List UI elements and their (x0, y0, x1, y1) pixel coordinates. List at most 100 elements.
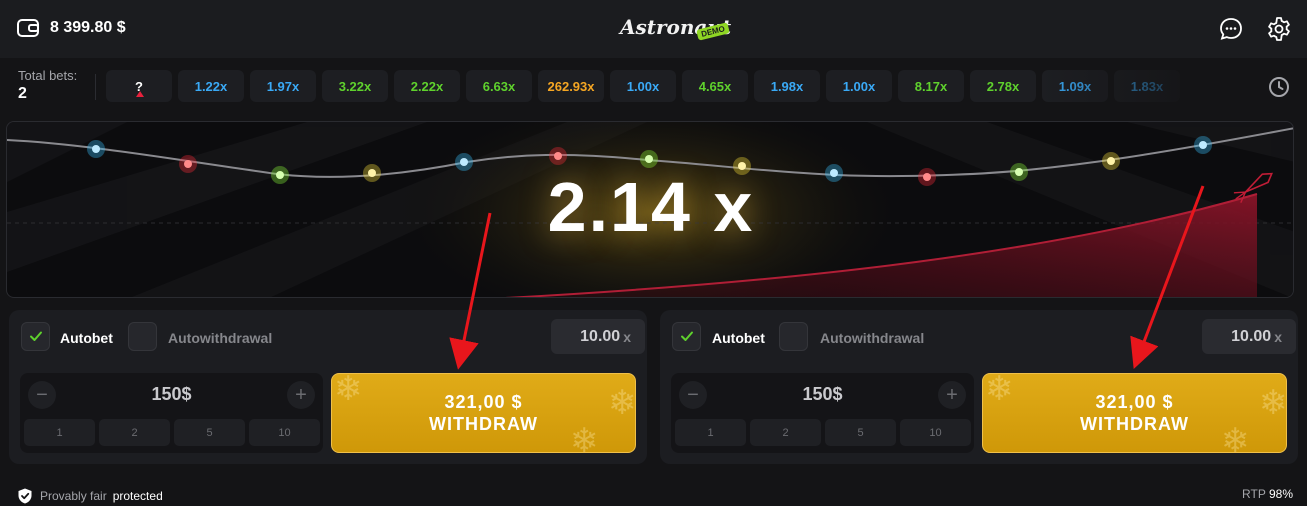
divider (95, 74, 96, 100)
autobet-checkbox[interactable] (21, 322, 50, 351)
chat-icon[interactable] (1218, 16, 1244, 42)
autobet-checkbox[interactable] (672, 322, 701, 351)
history-chip[interactable]: 1.98x (754, 70, 820, 102)
total-bets-count: 2 (18, 85, 27, 102)
history-chip[interactable]: 2.22x (394, 70, 460, 102)
check-icon (681, 331, 693, 341)
history-chip-value: 6.63x (482, 78, 516, 94)
autowithdrawal-checkbox[interactable] (128, 322, 157, 351)
current-round-marker (136, 91, 144, 97)
quick-bet-2[interactable]: 2 (750, 419, 821, 446)
withdraw-amount: 321,00 $ (444, 391, 523, 412)
quick-bet-5[interactable]: 5 (174, 419, 245, 446)
target-suffix: x (1274, 328, 1282, 345)
balance: 8 399.80 $ (50, 19, 126, 36)
snowflake-icon: ❄ (570, 422, 599, 453)
target-value: 10.00 (580, 327, 621, 345)
history-chip-value: 1.00x (626, 78, 660, 94)
history-chip[interactable]: 1.83x (1114, 70, 1180, 102)
quick-bet-buttons: 1 2 5 10 (675, 419, 971, 446)
snowflake-icon: ❄ (985, 373, 1014, 408)
snowflake-icon: ❄ (334, 373, 363, 408)
history-chip-value: 1.83x (1130, 78, 1164, 94)
history-chip[interactable]: 1.22x (178, 70, 244, 102)
withdraw-label: WITHDRAW (1080, 413, 1189, 434)
bet-amount[interactable]: 150$ (675, 384, 970, 405)
rtp-value: 98% (1268, 487, 1293, 501)
history-chip[interactable]: 1.00x (826, 70, 892, 102)
bet-amount-stepper: − 150$ + (675, 377, 970, 413)
history-chip[interactable]: 1.00x (610, 70, 676, 102)
history-chip-value: 1.97x (266, 78, 300, 94)
game-screen: 8 399.80 $ Astronaut DEMO Total bets: 2 … (0, 0, 1307, 506)
bet-amount-stepper: − 150$ + (24, 377, 319, 413)
quick-bet-1[interactable]: 1 (675, 419, 746, 446)
game-canvas: 2.14 x (6, 121, 1294, 298)
history-clock-icon[interactable] (1268, 76, 1290, 98)
quick-bet-10[interactable]: 10 (249, 419, 320, 446)
quick-bet-2[interactable]: 2 (99, 419, 170, 446)
rtp-info: RTP 98% (1242, 487, 1293, 501)
target-value: 10.00 (1231, 327, 1272, 345)
history-chip[interactable]: 2.78x (970, 70, 1036, 102)
history-chip-value: 4.65x (698, 78, 732, 94)
withdraw-label: WITHDRAW (429, 413, 538, 434)
provably-fair-label: Provably fair (40, 489, 107, 503)
autowithdrawal-label: Autowithdrawal (168, 330, 273, 346)
bet-amount-box: − 150$ + 1 2 5 10 (20, 373, 323, 453)
autowithdraw-target-input[interactable]: 10.00 x (1202, 319, 1296, 354)
history-chip[interactable]: 1.09x (1042, 70, 1108, 102)
history-chip[interactable]: 262.93x (538, 70, 604, 102)
history-chip-value: 1.09x (1058, 78, 1092, 94)
multiplier-value: 2.14 (547, 168, 692, 246)
total-bets-label: Total bets: (18, 68, 78, 83)
autobet-label: Autobet (712, 330, 765, 346)
gear-icon[interactable] (1266, 16, 1292, 42)
history-chip[interactable]: 8.17x (898, 70, 964, 102)
history-chip-value: 2.78x (986, 78, 1020, 94)
history-chip[interactable]: 1.97x (250, 70, 316, 102)
history-chip-value: 8.17x (914, 78, 948, 94)
autobet-label: Autobet (60, 330, 113, 346)
withdraw-button[interactable]: ❄ ❄ ❄ 321,00 $ WITHDRAW (331, 373, 636, 453)
history-chip-value: 262.93x (547, 78, 595, 94)
snowflake-icon: ❄ (1221, 422, 1250, 453)
autowithdrawal-label: Autowithdrawal (820, 330, 925, 346)
history-chip-value: 2.22x (410, 78, 444, 94)
bet-panel-2: Autobet Autowithdrawal 10.00 x − 150$ + 1… (660, 310, 1298, 464)
history-chip-current[interactable]: ? (106, 70, 172, 102)
history-chips: ? 1.22x 1.97x 3.22x 2.22x 6.63x 262.93x 1.00x 4… (106, 70, 1180, 102)
current-multiplier: 2.14 x (7, 167, 1293, 247)
quick-bet-5[interactable]: 5 (825, 419, 896, 446)
history-chip[interactable]: 6.63x (466, 70, 532, 102)
protected-label: protected (112, 489, 163, 503)
history-chip-value: 1.00x (842, 78, 876, 94)
quick-bet-10[interactable]: 10 (900, 419, 971, 446)
bet-panel-1: Autobet Autowithdrawal 10.00 x − 150$ + 1… (9, 310, 647, 464)
history-chip[interactable]: 3.22x (322, 70, 388, 102)
provably-fair[interactable]: Provably fair protected (16, 487, 163, 505)
snowflake-icon: ❄ (1259, 384, 1287, 422)
autowithdraw-target-input[interactable]: 10.00 x (551, 319, 645, 354)
withdraw-amount: 321,00 $ (1095, 391, 1174, 412)
history-chip-value: 3.22x (338, 78, 372, 94)
history-chip-value: 1.98x (770, 78, 804, 94)
withdraw-button[interactable]: ❄ ❄ ❄ 321,00 $ WITHDRAW (982, 373, 1287, 453)
increase-bet-button[interactable]: + (287, 381, 315, 409)
snowflake-icon: ❄ (608, 384, 636, 422)
history-chip-value: 1.22x (194, 78, 228, 94)
shield-icon (18, 488, 32, 504)
top-bar: 8 399.80 $ Astronaut DEMO (0, 0, 1307, 58)
increase-bet-button[interactable]: + (938, 381, 966, 409)
bet-amount-box: − 150$ + 1 2 5 10 (671, 373, 974, 453)
history-bar: Total bets: 2 ? 1.22x 1.97x 3.22x 2.22x 6.63… (0, 58, 1307, 116)
history-chip[interactable]: 4.65x (682, 70, 748, 102)
multiplier-suffix: x (713, 168, 755, 246)
wallet-icon[interactable] (16, 17, 40, 39)
autowithdrawal-checkbox[interactable] (779, 322, 808, 351)
check-icon (30, 331, 42, 341)
quick-bet-1[interactable]: 1 (24, 419, 95, 446)
quick-bet-buttons: 1 2 5 10 (24, 419, 320, 446)
bet-amount[interactable]: 150$ (24, 384, 319, 405)
target-suffix: x (623, 328, 631, 345)
